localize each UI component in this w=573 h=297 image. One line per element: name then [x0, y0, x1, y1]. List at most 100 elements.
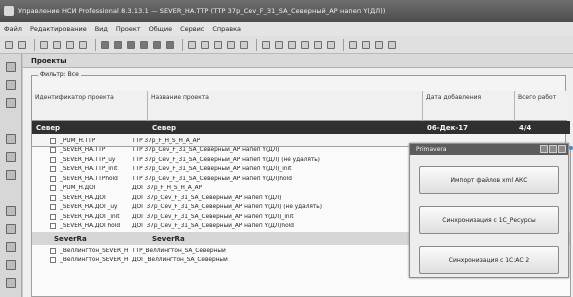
menu-service[interactable]: Сервис [180, 25, 204, 33]
dialog-title-bar[interactable]: Primavera [410, 144, 568, 155]
project-icon [50, 213, 56, 220]
project-name: ТТР 37р_Сev_F_31_SA_Северный_АР напеп Y(… [132, 166, 292, 173]
settings-icon[interactable] [287, 40, 297, 50]
activities-icon[interactable] [6, 134, 16, 144]
link-icon[interactable] [213, 40, 223, 50]
project-icon [50, 147, 56, 154]
bars-icon[interactable] [200, 40, 210, 50]
menu-help[interactable]: Справка [212, 25, 241, 33]
find-icon[interactable] [374, 40, 384, 50]
sync-ac2-button[interactable]: Синхронизация с 1С:АС 2 [419, 246, 559, 274]
menu-project[interactable]: Проект [116, 25, 141, 33]
filter-legend: Фильтр: Все [38, 71, 81, 78]
project-id: _SEVER_HA.ДОГ_init [60, 213, 120, 220]
project-name: ДОГ 37р_Сev_F_31_SA_Северный_АР напеп Y(… [132, 223, 294, 230]
group-icon[interactable] [113, 40, 123, 50]
project-id: _Веллингтон_SEVER_HA.TTP [60, 247, 128, 254]
project-name: ДОГ 37р_Сev_F_31_SA_Северный_АР напеп Y(… [132, 194, 282, 201]
title-bar: Управление НСИ Professional 8.3.13.1 — S… [0, 0, 573, 22]
tracking-icon[interactable] [6, 98, 16, 108]
group-name: Север [152, 123, 177, 132]
resize-handle[interactable] [569, 146, 573, 150]
close-icon[interactable] [558, 145, 566, 153]
project-icon [50, 194, 56, 201]
project-icon [50, 166, 56, 173]
project-id: _SEVER_HA.TTP_init [60, 166, 118, 173]
toolbar-divider [343, 38, 344, 51]
project-name: ДОГ 37р_F_H_S_H_A_AP [132, 185, 203, 192]
project-id: _SEVER_HA.ДОГhold [60, 223, 120, 230]
table-header: Идентификатор проекта Название проекта Д… [32, 91, 567, 121]
documents-icon[interactable] [6, 260, 16, 270]
open-icon[interactable] [17, 40, 27, 50]
schedule-icon[interactable] [226, 40, 236, 50]
paste-icon[interactable] [65, 40, 75, 50]
window-title: Управление НСИ Professional 8.3.13.1 — S… [18, 7, 386, 15]
sort-icon[interactable] [126, 40, 136, 50]
wbs-icon[interactable] [6, 80, 16, 90]
toolbar-divider [256, 38, 257, 51]
columns-icon[interactable] [139, 40, 149, 50]
print-icon[interactable] [165, 40, 175, 50]
project-icon [50, 175, 56, 182]
project-icon [50, 223, 56, 230]
toolbar-divider [34, 38, 35, 51]
project-id: _SEVER_HA.ДОГ [60, 194, 108, 201]
copy-icon[interactable] [52, 40, 62, 50]
project-name: ТТР_Веллингтон_SA_Северный [132, 247, 226, 254]
project-name: ДОГ 37р_Сev_F_31_SA_Северный_АР напеп Y(… [132, 213, 294, 220]
level-icon[interactable] [239, 40, 249, 50]
project-id: _SEVER_HA.TTPhold [60, 175, 118, 182]
column-header-date[interactable]: Дата добавления [423, 91, 515, 121]
calendar-icon[interactable] [274, 40, 284, 50]
project-icon [50, 204, 56, 211]
tab-title: Проекты [31, 56, 67, 65]
resource-icon[interactable] [261, 40, 271, 50]
column-header-id[interactable]: Идентификатор проекта [32, 91, 148, 121]
resources-icon[interactable] [6, 170, 16, 180]
group-date: 06-Дек-17 [427, 123, 469, 132]
toolbar-divider [95, 38, 96, 51]
undo-icon[interactable] [78, 40, 88, 50]
refresh-icon[interactable] [387, 40, 397, 50]
tab-projects[interactable]: Проекты [23, 54, 573, 68]
sync-resources-button[interactable]: Синхронизация с 1С_Ресурсы [419, 206, 559, 234]
sync-dialog: Primavera Импорт файлов xml АКС Синхрони… [409, 143, 569, 278]
zoom-out-icon[interactable] [361, 40, 371, 50]
issues-icon[interactable] [6, 224, 16, 234]
thresholds-icon[interactable] [6, 278, 16, 288]
project-name: ДОГ_Веллингтон_SA_Северный [132, 257, 228, 264]
column-header-count[interactable]: Всего работ [515, 91, 567, 121]
risks-icon[interactable] [6, 242, 16, 252]
project-id: _PUM_H.ДОГ [60, 185, 98, 192]
project-id: _SEVER_HA.ДОГ_uy [60, 204, 118, 211]
project-id: _Веллингтон_SEVER_HA.ДОГ [60, 257, 128, 264]
toolbar-divider [182, 38, 183, 51]
reports-icon[interactable] [6, 206, 16, 216]
project-icon [50, 185, 56, 192]
menu-edit[interactable]: Редактирование [30, 25, 87, 33]
group-row[interactable]: Север Север 06-Дек-17 4/4 [32, 121, 570, 134]
left-navigation-strip [0, 54, 22, 297]
cut-icon[interactable] [39, 40, 49, 50]
menu-file[interactable]: Файл [4, 25, 22, 33]
menu-view[interactable]: Вид [95, 25, 108, 33]
collapse-icon[interactable] [326, 40, 336, 50]
spell-icon[interactable] [300, 40, 310, 50]
maximize-icon[interactable] [549, 145, 557, 153]
menu-common[interactable]: Общие [149, 25, 172, 33]
new-icon[interactable] [4, 40, 14, 50]
menu-bar: Файл Редактирование Вид Проект Общие Сер… [0, 22, 573, 36]
import-xml-button[interactable]: Импорт файлов xml АКС [419, 166, 559, 194]
zoom-in-icon[interactable] [348, 40, 358, 50]
project-icon [50, 257, 56, 264]
chart-icon[interactable] [187, 40, 197, 50]
assignments-icon[interactable] [6, 152, 16, 162]
minimize-icon[interactable] [540, 145, 548, 153]
projects-icon[interactable] [6, 62, 16, 72]
column-header-name[interactable]: Название проекта [148, 91, 423, 121]
filter-icon[interactable] [100, 40, 110, 50]
layout-icon[interactable] [152, 40, 162, 50]
project-id: _SEVER_HA.TTP_uy [60, 156, 116, 163]
expand-icon[interactable] [313, 40, 323, 50]
